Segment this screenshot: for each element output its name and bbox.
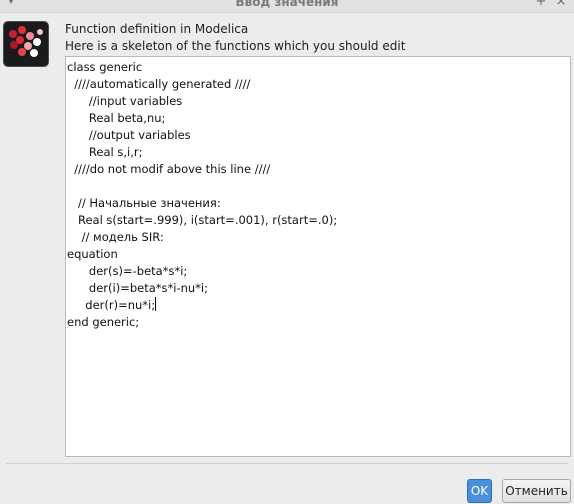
code-line: ////automatically generated ////: [67, 76, 570, 93]
app-logo-icon: [9, 26, 43, 57]
code-line: // Начальные значения:: [67, 195, 570, 212]
code-line: der(i)=beta*s*i-nu*i;: [67, 280, 570, 297]
code-line-text: // модель SIR:: [67, 230, 164, 244]
text-caret: [155, 297, 157, 311]
code-line: der(r)=nu*i;: [67, 297, 570, 314]
code-line-text: der(s)=-beta*s*i;: [67, 264, 188, 278]
code-line: Real beta,nu;: [67, 110, 570, 127]
code-line: Real s(start=.999), i(start=.001), r(sta…: [67, 212, 570, 229]
code-line-text: Real s,i,r;: [67, 145, 143, 159]
code-line-text: ////do not modif above this line ////: [67, 162, 271, 176]
code-line: ////do not modif above this line ////: [67, 161, 570, 178]
pin-icon[interactable]: +: [534, 0, 548, 8]
dialog-description: Here is a skeleton of the functions whic…: [65, 39, 406, 53]
code-line-text: Real beta,nu;: [67, 111, 166, 125]
code-line: equation: [67, 246, 570, 263]
cancel-button[interactable]: Отменить: [502, 479, 571, 503]
code-line-text: equation: [67, 247, 118, 261]
code-editor[interactable]: class generic ////automatically generate…: [65, 56, 571, 457]
code-line-text: der(i)=beta*s*i-nu*i;: [67, 281, 209, 295]
code-line: class generic: [67, 59, 570, 76]
close-icon[interactable]: ×: [554, 0, 568, 8]
code-line: // модель SIR:: [67, 229, 570, 246]
code-line-text: end generic;: [67, 315, 140, 329]
code-line-text: //output variables: [67, 128, 191, 142]
title-bar[interactable]: ▾ Ввод значения + ×: [0, 0, 574, 13]
code-line: //input variables: [67, 93, 570, 110]
window-title: Ввод значения: [235, 0, 339, 9]
code-line-text: ////automatically generated ////: [67, 77, 251, 91]
code-line: Real s,i,r;: [67, 144, 570, 161]
code-line-text: class generic: [67, 60, 143, 74]
code-line-text: der(r)=nu*i;: [67, 298, 156, 312]
dialog-window: ▾ Ввод значения + × Function definition …: [0, 0, 574, 504]
code-line-text: // Начальные значения:: [67, 196, 221, 210]
code-line-text: //input variables: [67, 94, 183, 108]
divider: [6, 463, 568, 464]
code-line: end generic;: [67, 314, 570, 331]
dialog-heading: Function definition in Modelica: [65, 22, 249, 36]
code-line-text: Real s(start=.999), i(start=.001), r(sta…: [67, 213, 338, 227]
scilab-xcos-icon: [3, 21, 49, 67]
ok-button[interactable]: OK: [467, 479, 492, 503]
code-line: der(s)=-beta*s*i;: [67, 263, 570, 280]
code-line: //output variables: [67, 127, 570, 144]
